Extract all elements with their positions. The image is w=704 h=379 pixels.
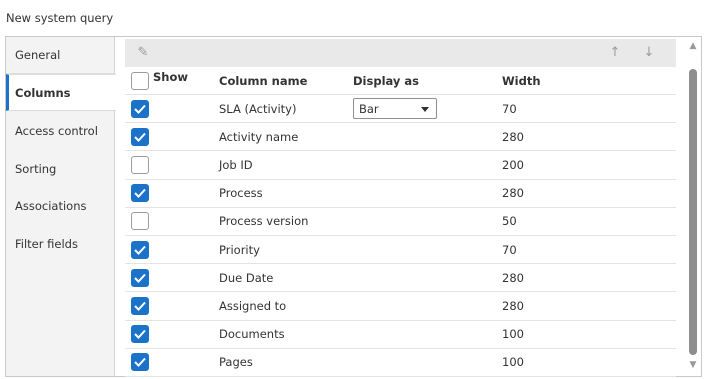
table-row: Activity name 280 bbox=[125, 123, 676, 152]
column-width: 200 bbox=[502, 157, 524, 172]
column-name: Documents bbox=[219, 327, 285, 342]
column-name: Due Date bbox=[219, 270, 274, 285]
table-row: Priority 70 bbox=[125, 236, 676, 265]
display-as-cell: Bar bbox=[353, 95, 437, 122]
column-width: 280 bbox=[502, 186, 524, 201]
show-cell bbox=[131, 236, 149, 263]
scroll-up-icon[interactable]: ▲ bbox=[688, 41, 698, 51]
scroll-down-icon[interactable]: ▼ bbox=[688, 360, 698, 370]
display-as-value: Bar bbox=[359, 101, 379, 116]
nav-item-sorting[interactable]: Sorting bbox=[6, 151, 115, 188]
table-row: Job ID 200 bbox=[125, 151, 676, 180]
query-editor: General Columns Access control Sorting A… bbox=[5, 36, 702, 377]
column-width: 100 bbox=[502, 355, 524, 370]
table-row: Process version 50 bbox=[125, 208, 676, 236]
column-name: Activity name bbox=[219, 129, 299, 144]
show-checkbox[interactable] bbox=[131, 212, 149, 231]
table-row: SLA (Activity) Bar 70 bbox=[125, 95, 676, 124]
table-row: Assigned to 280 bbox=[125, 292, 676, 321]
show-cell bbox=[131, 292, 149, 319]
table-row: Process 280 bbox=[125, 180, 676, 208]
nav-item-associations[interactable]: Associations bbox=[6, 188, 115, 225]
show-cell bbox=[131, 95, 149, 122]
show-cell bbox=[131, 151, 149, 178]
show-checkbox[interactable] bbox=[131, 353, 149, 372]
header-width: Width bbox=[502, 73, 541, 88]
columns-panel: ✎ ↑ ↓ Show Column name Display as Width bbox=[115, 37, 701, 377]
arrow-up-icon[interactable]: ↑ bbox=[607, 45, 623, 61]
show-checkbox[interactable] bbox=[131, 184, 149, 203]
show-cell bbox=[131, 264, 149, 291]
show-checkbox[interactable] bbox=[131, 325, 149, 344]
nav-item-filter-fields[interactable]: Filter fields bbox=[6, 226, 115, 263]
column-name: Process bbox=[219, 186, 263, 201]
column-width: 280 bbox=[502, 298, 524, 313]
column-width: 100 bbox=[502, 327, 524, 342]
column-name: Assigned to bbox=[219, 298, 287, 313]
column-name: Priority bbox=[219, 242, 260, 257]
column-width: 70 bbox=[502, 101, 517, 116]
chevron-down-icon bbox=[421, 107, 429, 113]
show-cell bbox=[131, 123, 149, 150]
nav-item-columns[interactable]: Columns bbox=[6, 74, 116, 111]
show-cell bbox=[131, 180, 149, 207]
column-name: Pages bbox=[219, 355, 253, 370]
header-show: Show bbox=[153, 69, 188, 84]
show-checkbox[interactable] bbox=[131, 155, 149, 174]
column-width: 50 bbox=[502, 214, 517, 229]
nav-item-access-control[interactable]: Access control bbox=[6, 113, 115, 150]
show-all-cell bbox=[131, 67, 149, 94]
show-all-checkbox[interactable] bbox=[131, 71, 149, 90]
column-width: 280 bbox=[502, 270, 524, 285]
grid-header-row: Show Column name Display as Width bbox=[125, 67, 676, 95]
column-width: 280 bbox=[502, 129, 524, 144]
columns-grid: Show Column name Display as Width SLA (A… bbox=[125, 67, 676, 377]
show-checkbox[interactable] bbox=[131, 268, 149, 287]
show-cell bbox=[131, 321, 149, 348]
display-as-select[interactable]: Bar bbox=[353, 98, 437, 120]
column-name: Process version bbox=[219, 214, 309, 229]
column-name: SLA (Activity) bbox=[219, 101, 297, 116]
grid-toolbar: ✎ ↑ ↓ bbox=[125, 39, 676, 67]
nav-item-general[interactable]: General bbox=[6, 37, 115, 74]
scroll-thumb[interactable] bbox=[689, 69, 697, 355]
show-checkbox[interactable] bbox=[131, 127, 149, 146]
column-width: 70 bbox=[502, 242, 517, 257]
table-row: Due Date 280 bbox=[125, 264, 676, 293]
show-checkbox[interactable] bbox=[131, 296, 149, 315]
arrow-down-icon[interactable]: ↓ bbox=[641, 45, 657, 61]
window-title: New system query bbox=[6, 11, 114, 25]
show-checkbox[interactable] bbox=[131, 240, 149, 259]
table-row: Documents 100 bbox=[125, 321, 676, 349]
show-checkbox[interactable] bbox=[131, 99, 149, 118]
show-cell bbox=[131, 208, 149, 235]
vertical-scrollbar[interactable]: ▲ ▼ bbox=[687, 37, 699, 376]
column-name: Job ID bbox=[219, 157, 253, 172]
header-column-name: Column name bbox=[219, 73, 308, 88]
show-cell bbox=[131, 349, 149, 376]
header-display-as: Display as bbox=[353, 73, 420, 88]
settings-nav: General Columns Access control Sorting A… bbox=[6, 37, 116, 376]
pencil-icon[interactable]: ✎ bbox=[135, 45, 151, 61]
table-row: Pages 100 bbox=[125, 349, 676, 377]
